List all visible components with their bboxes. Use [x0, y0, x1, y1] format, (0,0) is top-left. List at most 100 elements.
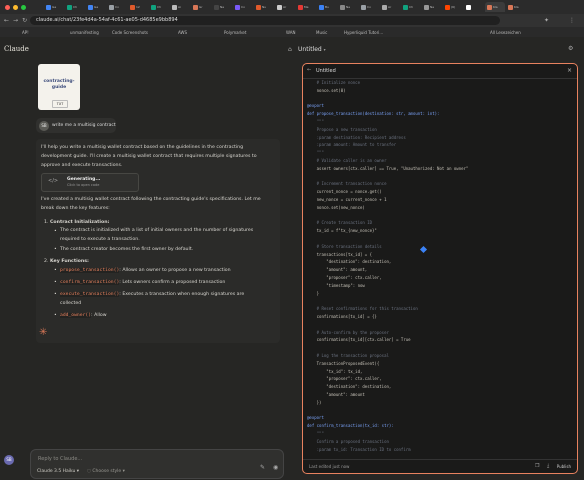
browser-tab[interactable]: 12 — [128, 2, 148, 12]
bookmark-item[interactable]: Hyperliquid Tutori... — [344, 30, 383, 35]
tab-title: Nu — [262, 5, 267, 9]
browser-tab[interactable]: Ai — [170, 2, 190, 12]
favicon-icon — [277, 4, 282, 10]
download-icon[interactable]: ⤓ — [547, 463, 549, 469]
reply-input[interactable]: Reply to Claude... Claude 3.5 Haiku ▾ ◌ … — [30, 449, 284, 479]
tab-title: Ge — [94, 5, 99, 9]
browser-tab[interactable]: Nu — [254, 2, 274, 12]
bookmark-item[interactable]: AWS — [178, 30, 187, 35]
favicon-icon — [172, 4, 177, 10]
code-line: def confirm_transaction(tx_id: str): — [307, 423, 394, 429]
chat-title[interactable]: Untitled ▾ — [298, 46, 326, 53]
maximize-window-button[interactable] — [21, 4, 26, 10]
function-desc: : Allow — [91, 313, 107, 318]
section-1-heading: 1. Contract Initialization: — [44, 220, 109, 225]
bullet-icon: • — [54, 292, 57, 297]
browser-tab[interactable]: Ne — [338, 2, 358, 12]
tab-title: Ch — [73, 5, 77, 9]
function-item-confirm: confirm_transaction(): Lets owners confi… — [60, 280, 225, 285]
browser-tab[interactable]: Ge — [44, 2, 64, 12]
panel-title: Untitled — [316, 68, 336, 74]
code-line: # Validate caller is an owner — [307, 158, 387, 163]
artifact-hint: Click to open code — [67, 183, 100, 187]
brand-logo[interactable]: Claude — [4, 45, 29, 53]
user-avatar: SB — [39, 121, 49, 131]
back-arrow-icon[interactable]: ← — [4, 17, 9, 24]
close-icon[interactable]: × — [567, 67, 572, 74]
browser-tab[interactable]: Ch — [65, 2, 85, 12]
code-line: confirmations[tx_id] = {} — [307, 314, 377, 319]
close-window-button[interactable] — [5, 4, 10, 10]
favicon-icon — [445, 4, 450, 10]
code-viewer[interactable]: # Initialize nonce nonce.set(0) @export de… — [307, 80, 573, 457]
minimize-window-button[interactable] — [13, 4, 18, 10]
bookmark-item[interactable]: Code Screenshots — [112, 30, 148, 35]
user-message-text: write me a multisig contract — [52, 123, 116, 128]
browser-tab[interactable]: Ar — [275, 2, 295, 12]
browser-tab[interactable]: Kla — [506, 2, 526, 12]
code-line: # Initialize nonce — [307, 80, 360, 85]
browser-tab[interactable]: Ar — [380, 2, 400, 12]
browser-tab[interactable]: Co — [233, 2, 253, 12]
url-field[interactable]: claude.ai/chat/23fe4d4a-54af-4c61-ae05-d… — [30, 16, 500, 25]
browser-tab[interactable]: Co — [359, 2, 379, 12]
favicon-icon — [298, 4, 303, 10]
favicon-icon — [403, 4, 408, 10]
bookmark-item[interactable]: WAN — [286, 30, 295, 35]
attach-icon[interactable]: ✎ — [260, 464, 265, 471]
favicon-icon — [109, 4, 114, 10]
favicon-icon — [214, 4, 219, 10]
function-name: execute_transaction() — [60, 292, 120, 297]
browser-tab[interactable]: Bu — [317, 2, 337, 12]
tab-title: Ne — [220, 5, 225, 9]
menu-icon[interactable]: ⋮ — [569, 17, 575, 24]
code-line: "proposer": ctx.caller, — [307, 376, 382, 382]
browser-tab[interactable]: Gr — [191, 2, 211, 12]
tab-title: Gr — [199, 5, 203, 9]
favicon-icon — [382, 4, 387, 10]
camera-icon[interactable]: ◉ — [273, 464, 278, 471]
account-avatar[interactable]: SB — [4, 455, 14, 465]
forward-arrow-icon[interactable]: → — [13, 17, 18, 24]
favicon-icon — [256, 4, 261, 10]
publish-button[interactable]: Publish — [557, 464, 571, 469]
response-summary: I've created a multisig wallet contract … — [41, 197, 261, 211]
browser-tab[interactable]: Ch — [149, 2, 169, 12]
tab-title: Kla — [493, 5, 498, 9]
code-line: :param amount: Amount to transfer — [307, 142, 397, 148]
model-selector[interactable]: Claude 3.5 Haiku ▾ — [37, 469, 79, 474]
browser-tab[interactable]: Ne — [212, 2, 232, 12]
bullet-icon: • — [54, 280, 57, 285]
settings-icon[interactable]: ⚙ — [568, 45, 573, 52]
artifact-card[interactable]: </> Generating... Click to open code — [41, 173, 139, 192]
code-line: """ — [307, 150, 324, 156]
style-selector[interactable]: ◌ Choose style ▾ — [87, 469, 125, 474]
bookmark-item[interactable]: Polymarket — [224, 30, 246, 35]
browser-tab[interactable]: Co — [107, 2, 127, 12]
tab-title: Ai — [178, 5, 181, 9]
bookmark-item[interactable]: AP! — [22, 30, 29, 35]
browser-tab[interactable]: (6) — [443, 2, 463, 12]
browser-tab[interactable]: Me — [296, 2, 316, 12]
bookmark-item[interactable]: All Lesezeichen — [490, 30, 521, 35]
attached-file-card[interactable]: contracting-guide TXT — [38, 64, 80, 110]
tab-title: Ch — [409, 5, 413, 9]
back-icon[interactable]: ← — [307, 67, 311, 73]
browser-tab[interactable]: Ge — [86, 2, 106, 12]
browser-tab[interactable]: Ch — [401, 2, 421, 12]
copy-icon[interactable]: ❐ — [535, 463, 539, 469]
reload-icon[interactable]: ↻ — [22, 17, 27, 24]
bookmark-item[interactable]: Music — [316, 30, 327, 35]
code-line: current_nonce = nonce.get() — [307, 189, 382, 195]
browser-tab[interactable]: Kla — [485, 2, 505, 12]
code-line: TransactionProposedEvent({ — [307, 360, 380, 366]
model-name: Claude 3.5 Haiku — [37, 469, 76, 474]
browser-tab[interactable]: Ne — [422, 2, 442, 12]
code-line: Propose a new transaction — [307, 126, 377, 132]
favicon-icon — [487, 4, 492, 10]
bookmark-item[interactable]: unmanifesting — [70, 30, 99, 35]
code-line: # Store transaction details — [307, 243, 382, 249]
browser-tab[interactable] — [464, 2, 484, 12]
extensions-icon[interactable]: ✦ — [544, 17, 549, 24]
code-line: new_nonce = current_nonce + 1 — [307, 197, 387, 202]
